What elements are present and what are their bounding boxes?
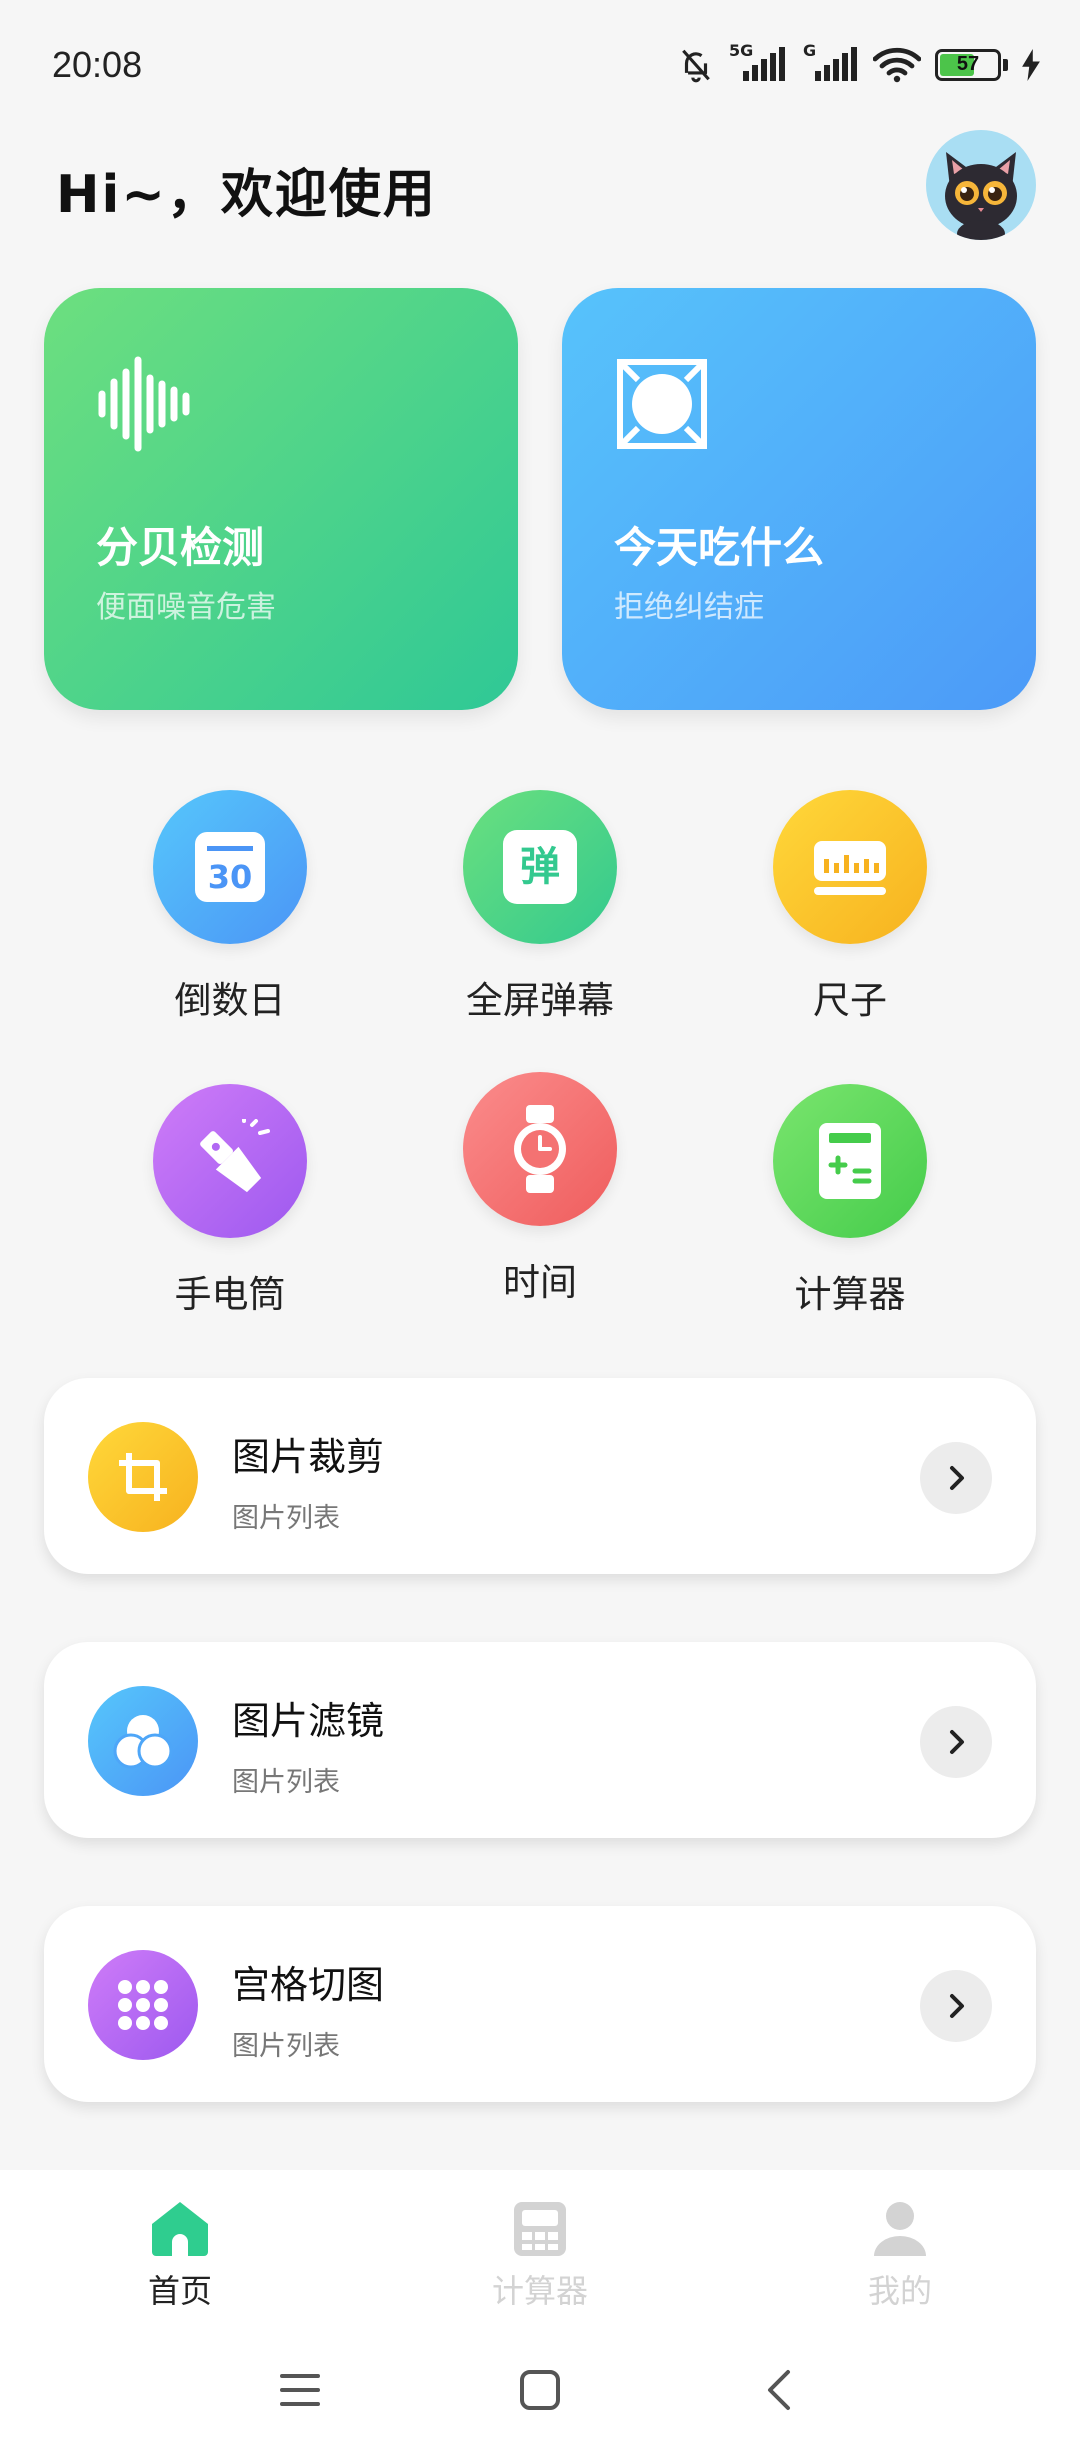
flashlight-icon: [200, 1119, 270, 1193]
calculator-icon: [819, 1123, 881, 1199]
list-subtitle: 图片列表: [232, 1503, 340, 1534]
grid-label: 尺子: [813, 979, 887, 1022]
grid-circle: 弹: [463, 790, 617, 944]
danmaku-icon: 弹: [503, 830, 577, 904]
cat-avatar-icon: [945, 152, 1017, 240]
feature-title: 今天吃什么: [614, 523, 825, 572]
bell-off-icon: [682, 49, 710, 83]
nav-label: 我的: [867, 2272, 932, 2310]
feature-subtitle: 便面噪音危害: [96, 590, 276, 625]
status-bar: 20:08 5G G 57: [0, 0, 1080, 130]
grid-label: 手电筒: [174, 1273, 286, 1316]
charging-icon: [1022, 49, 1040, 81]
chevron-right-icon[interactable]: [920, 1442, 992, 1514]
grid-circle: [463, 1072, 617, 1226]
svg-text:30: 30: [208, 858, 253, 896]
greeting-title: Hi~，欢迎使用: [56, 165, 437, 225]
list-icon: [88, 1950, 198, 2060]
status-time: 20:08: [52, 44, 143, 85]
signal-5g-icon: 5G: [729, 41, 787, 83]
avatar[interactable]: [926, 130, 1036, 240]
list-subtitle: 图片列表: [232, 2031, 340, 2062]
list-subtitle: 图片列表: [232, 1767, 340, 1798]
feature-card-decibel[interactable]: 分贝检测 便面噪音危害: [44, 288, 518, 710]
nav-item-mine[interactable]: 我的: [800, 2200, 1000, 2312]
watch-icon: [514, 1105, 566, 1193]
user-icon: [800, 2200, 1000, 2264]
wifi-icon: [873, 47, 921, 83]
list-card-filter[interactable]: 图片滤镜 图片列表: [44, 1642, 1036, 1838]
signal-g-icon: G: [801, 41, 859, 83]
feature-subtitle: 拒绝纠结症: [614, 590, 764, 625]
nav-label: 计算器: [491, 2272, 588, 2310]
chevron-right-icon[interactable]: [920, 1706, 992, 1778]
feature-title: 分贝检测: [96, 523, 265, 572]
menu-icon[interactable]: [278, 2368, 322, 2412]
grid-label: 时间: [503, 1261, 577, 1304]
danmaku-icon-text: 弹: [520, 844, 560, 890]
grid-label: 计算器: [794, 1273, 906, 1316]
sound-wave-icon: [98, 356, 190, 452]
back-icon[interactable]: [758, 2368, 802, 2412]
grid-item-ruler[interactable]: 尺子: [720, 790, 980, 1024]
plate-icon: [617, 359, 707, 449]
grid-item-time[interactable]: 时间: [410, 1072, 670, 1306]
calendar-30-icon: 30: [195, 832, 265, 902]
list-card-grid-cut[interactable]: 宫格切图 图片列表: [44, 1906, 1036, 2102]
battery-level: 57: [956, 53, 980, 75]
home-square-icon[interactable]: [518, 2368, 562, 2412]
grid-item-flashlight[interactable]: 手电筒: [100, 1084, 360, 1318]
grid-circle: 30: [153, 790, 307, 944]
grid-circle: [153, 1084, 307, 1238]
nav-label: 首页: [147, 2272, 212, 2310]
list-title: 宫格切图: [232, 1963, 385, 2007]
grid-item-danmaku[interactable]: 弹 全屏弹幕: [410, 790, 670, 1024]
ruler-icon: [814, 841, 886, 895]
grid-circle: [773, 1084, 927, 1238]
grid-dots-icon: [118, 1980, 168, 2030]
list-card-crop[interactable]: 图片裁剪 图片列表: [44, 1378, 1036, 1574]
grid-item-countdown[interactable]: 30 倒数日: [100, 790, 360, 1024]
status-icons: 5G G 57: [677, 41, 1040, 84]
nav-item-calculator[interactable]: 计算器: [440, 2200, 640, 2312]
list-icon: [88, 1422, 198, 1532]
filter-icon: [113, 1715, 173, 1769]
nav-item-home[interactable]: 首页: [80, 2200, 280, 2312]
grid-circle: [773, 790, 927, 944]
system-nav-bar: [0, 2336, 1080, 2460]
home-icon: [80, 2200, 280, 2264]
calculator-nav-icon: [440, 2200, 640, 2264]
list-title: 图片裁剪: [232, 1435, 385, 1479]
grid-label: 倒数日: [174, 979, 286, 1022]
chevron-right-icon[interactable]: [920, 1970, 992, 2042]
crop-icon: [119, 1453, 167, 1501]
list-icon: [88, 1686, 198, 1796]
feature-card-food[interactable]: 今天吃什么 拒绝纠结症: [562, 288, 1036, 710]
grid-label: 全屏弹幕: [466, 979, 614, 1022]
grid-item-calculator[interactable]: 计算器: [720, 1084, 980, 1318]
list-title: 图片滤镜: [232, 1699, 385, 1743]
battery-icon: 57: [935, 49, 1001, 81]
bottom-nav: 首页 计算器 我的: [0, 2170, 1080, 2336]
battery-tip: [1003, 59, 1008, 71]
